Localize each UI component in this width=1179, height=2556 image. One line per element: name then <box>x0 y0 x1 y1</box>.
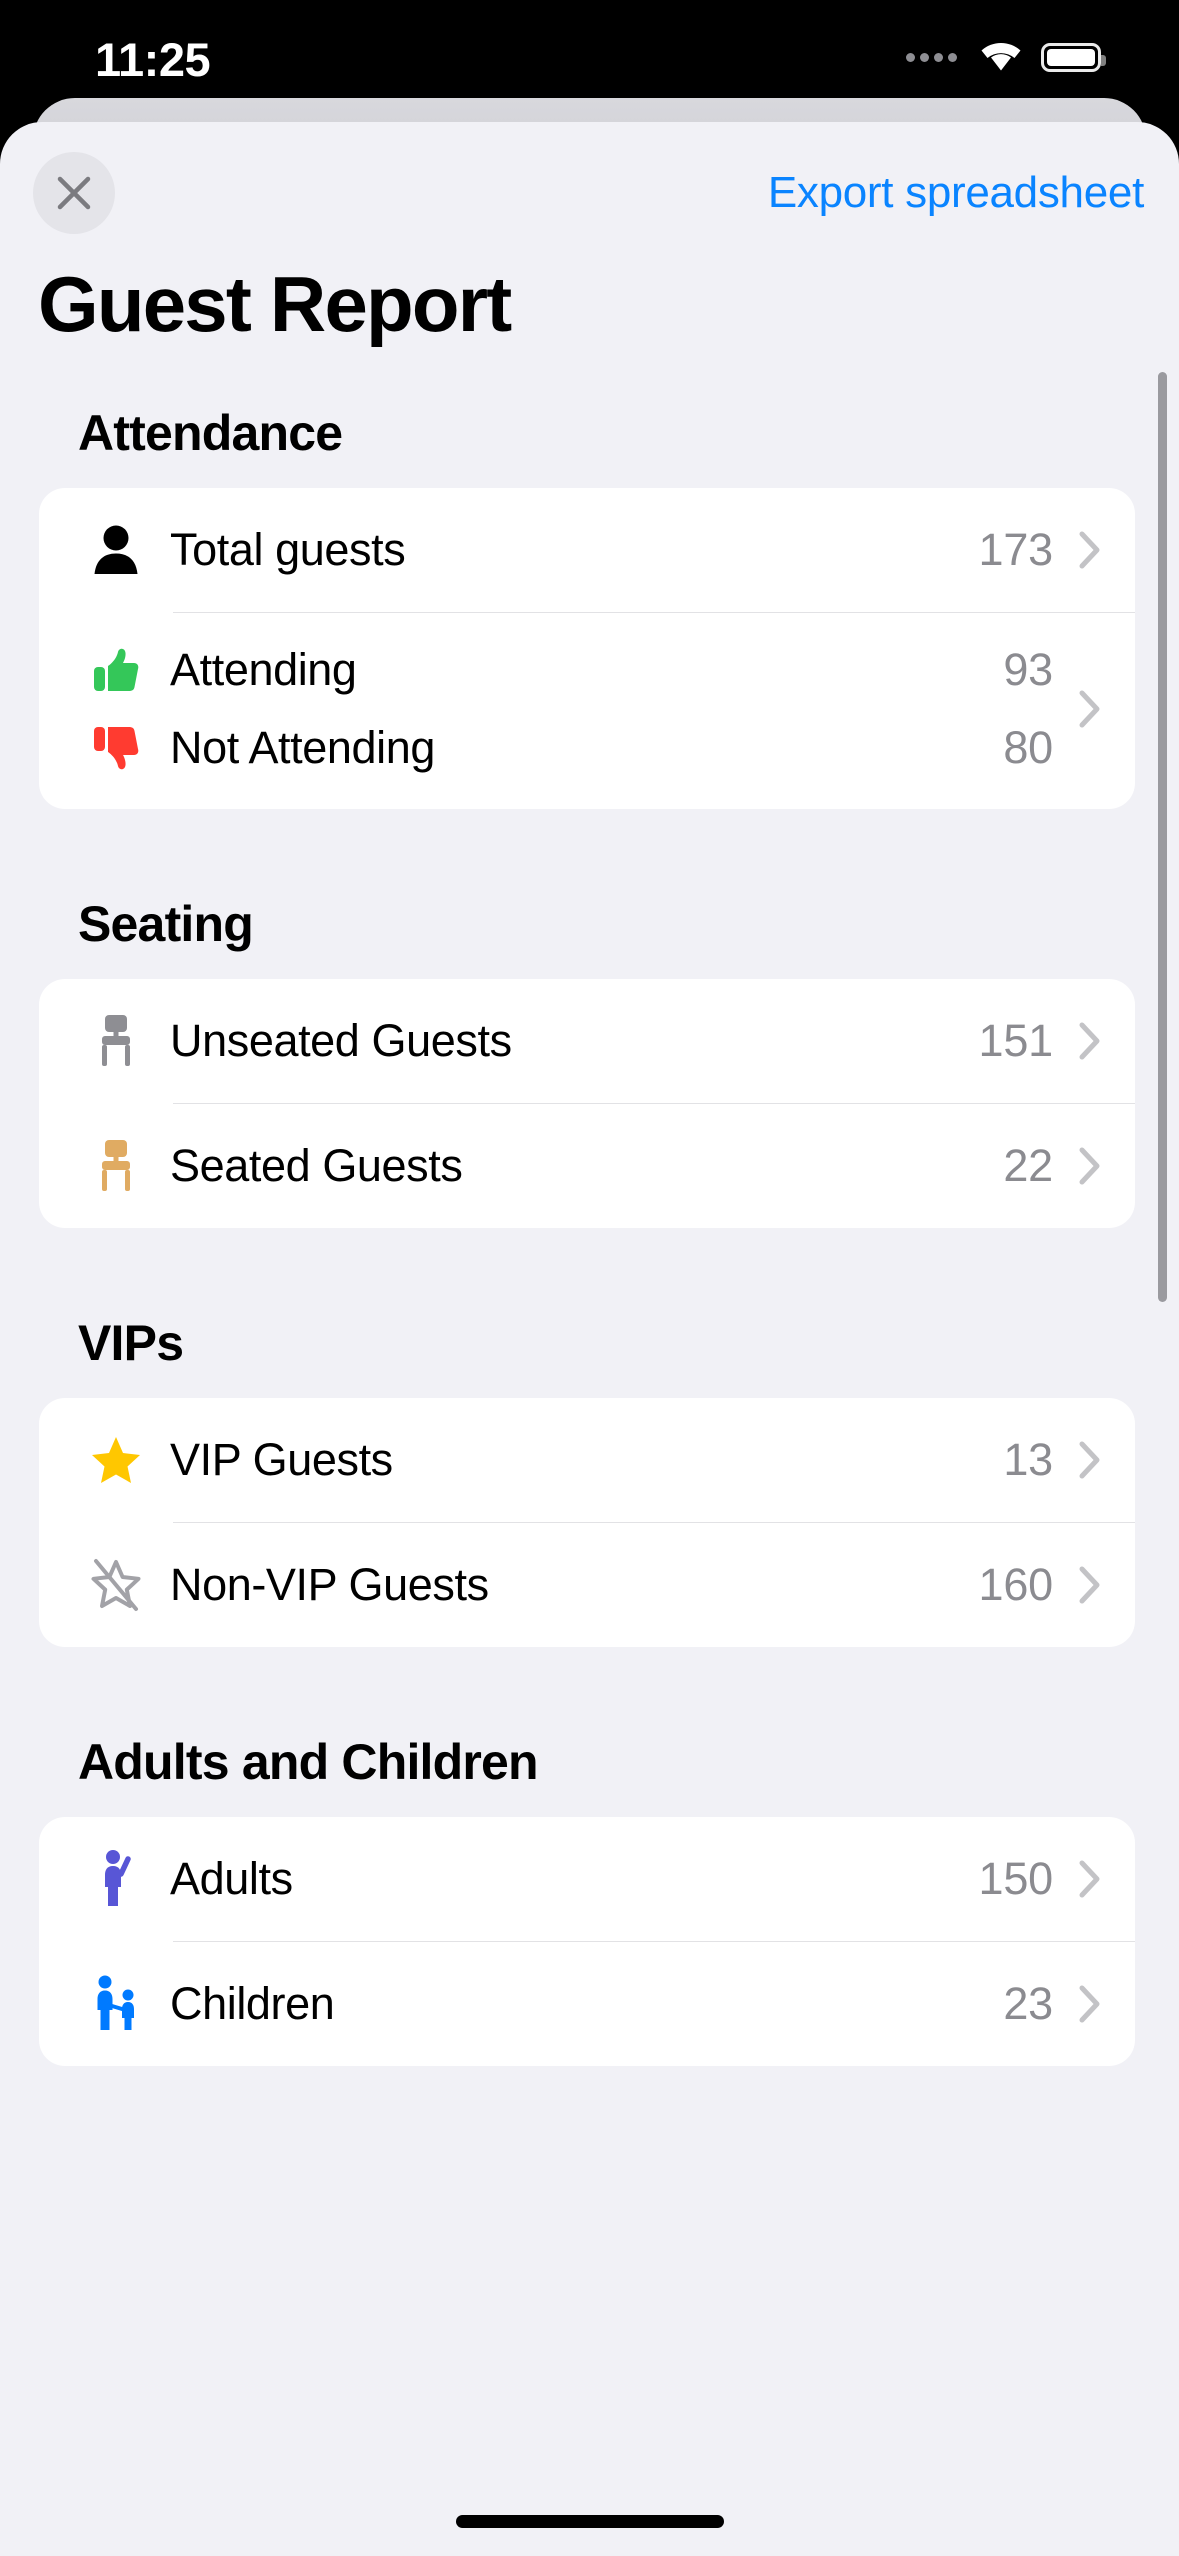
page-title: Guest Report <box>38 260 512 348</box>
phone-screen: 11:25 Export spreadsheet Guest Report At… <box>0 0 1179 2556</box>
vips-card: VIP Guests 13 Non-VIP Guests 160 <box>39 1397 1135 1647</box>
row-label: Not Attending <box>170 721 435 773</box>
adult-icon <box>84 1847 148 1911</box>
row-label: Children <box>170 1977 335 2029</box>
battery-icon <box>1041 42 1106 72</box>
wifi-icon <box>975 36 1027 79</box>
close-button[interactable] <box>33 152 115 234</box>
row-label: Seated Guests <box>170 1139 463 1191</box>
scrollbar-thumb[interactable] <box>1158 372 1167 1302</box>
status-bar: 11:25 <box>0 0 1179 118</box>
adults-children-card: Adults 150 Children 23 <box>39 1816 1135 2066</box>
row-adults[interactable]: Adults 150 <box>39 1817 1135 1941</box>
row-value: 93 <box>1003 643 1053 695</box>
section-vips: VIPs VIP Guests 13 Non-VIP Guests 160 <box>0 1314 1179 1647</box>
chevron-right-icon <box>1075 689 1105 729</box>
person-icon <box>84 518 148 582</box>
thumbs-up-icon <box>84 641 148 699</box>
attendance-card: Total guests 173 Attending 93 Not Attend… <box>39 487 1135 809</box>
seating-card: Unseated Guests 151 Seated Guests 22 <box>39 978 1135 1228</box>
home-indicator <box>455 2515 724 2528</box>
row-value: 160 <box>978 1558 1054 1610</box>
row-label: Attending <box>170 643 357 695</box>
star-filled-icon <box>84 1428 148 1492</box>
row-value: 80 <box>1003 721 1053 773</box>
thumbs-down-icon <box>84 719 148 777</box>
line-not-attending: Not Attending 80 <box>84 709 1075 787</box>
row-value: 151 <box>978 1014 1054 1066</box>
section-title-vips: VIPs <box>78 1314 184 1371</box>
row-seated-guests[interactable]: Seated Guests 22 <box>39 1104 1135 1228</box>
section-title-adults-and-children: Adults and Children <box>78 1733 539 1790</box>
sheet-toolbar: Export spreadsheet <box>0 122 1179 256</box>
row-non-vip-guests[interactable]: Non-VIP Guests 160 <box>39 1523 1135 1647</box>
chevron-right-icon <box>1075 1984 1105 2024</box>
export-spreadsheet-button[interactable]: Export spreadsheet <box>768 168 1144 218</box>
row-attending-not-attending[interactable]: Attending 93 Not Attending 80 <box>39 613 1135 809</box>
section-attendance: Attendance Total guests 173 Attending 93… <box>0 404 1179 809</box>
row-value: 173 <box>978 523 1054 575</box>
row-total-guests[interactable]: Total guests 173 <box>39 488 1135 612</box>
row-label: VIP Guests <box>170 1433 393 1485</box>
chevron-right-icon <box>1075 1440 1105 1480</box>
section-seating: Seating Unseated Guests 151 Seated Guest… <box>0 895 1179 1228</box>
close-icon <box>53 172 95 214</box>
star-slash-icon <box>84 1553 148 1617</box>
row-value: 23 <box>1003 1977 1053 2029</box>
row-label: Non-VIP Guests <box>170 1558 489 1610</box>
status-bar-clock: 11:25 <box>95 33 211 86</box>
row-vip-guests[interactable]: VIP Guests 13 <box>39 1398 1135 1522</box>
row-label: Adults <box>170 1852 293 1904</box>
chevron-right-icon <box>1075 1565 1105 1605</box>
section-title-attendance: Attendance <box>78 404 343 461</box>
row-value: 13 <box>1003 1433 1053 1485</box>
row-label: Unseated Guests <box>170 1014 512 1066</box>
report-scroll-area[interactable]: Guest Report Attendance Total guests 173 <box>0 256 1179 2556</box>
row-unseated-guests[interactable]: Unseated Guests 151 <box>39 979 1135 1103</box>
line-attending: Attending 93 <box>84 631 1075 709</box>
row-value: 22 <box>1003 1139 1053 1191</box>
row-label: Total guests <box>170 523 406 575</box>
attendance-lines: Attending 93 Not Attending 80 <box>84 631 1075 787</box>
signal-dots-icon <box>906 52 957 62</box>
chevron-right-icon <box>1075 530 1105 570</box>
row-value: 150 <box>978 1852 1054 1904</box>
row-children[interactable]: Children 23 <box>39 1942 1135 2066</box>
chair-wood-icon <box>84 1134 148 1198</box>
section-adults-and-children: Adults and Children Adults 150 Children … <box>0 1733 1179 2066</box>
section-title-seating: Seating <box>78 895 254 952</box>
chevron-right-icon <box>1075 1859 1105 1899</box>
chair-gray-icon <box>84 1009 148 1073</box>
adult-child-icon <box>84 1972 148 2036</box>
chevron-right-icon <box>1075 1146 1105 1186</box>
status-bar-indicators <box>906 33 1106 81</box>
chevron-right-icon <box>1075 1021 1105 1061</box>
guest-report-sheet: Export spreadsheet Guest Report Attendan… <box>0 122 1179 2556</box>
